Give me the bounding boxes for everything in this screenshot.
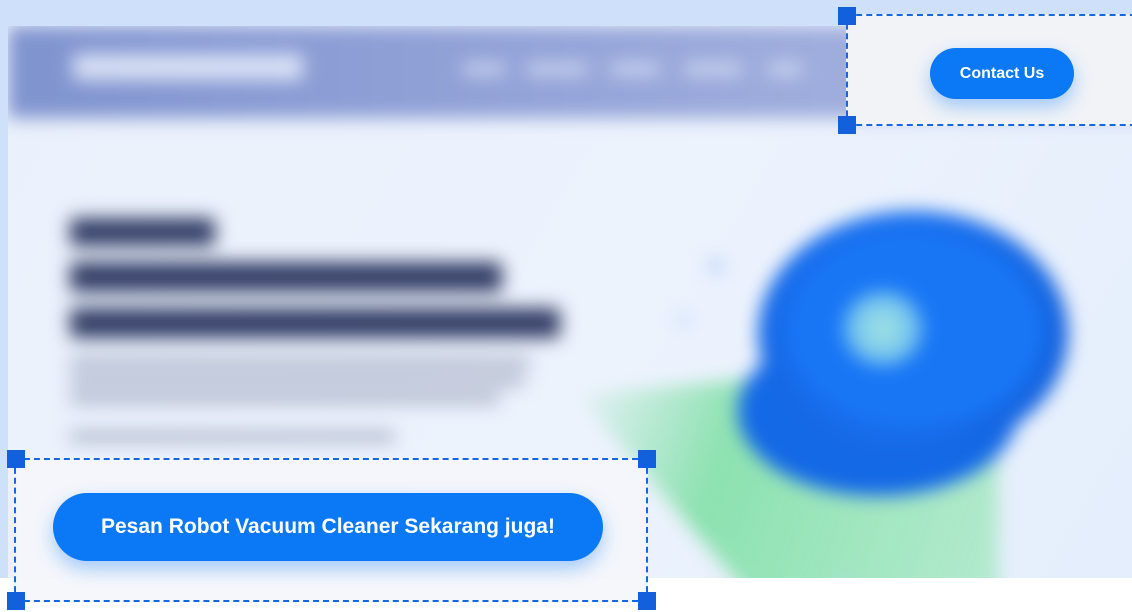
blurred-paragraph-line [70,432,395,441]
blurred-heading-line [70,308,560,338]
blurred-nav-link [684,64,742,74]
blurred-heading-line [70,218,215,246]
square-handle-icon[interactable] [838,116,856,134]
blurred-nav-link [768,64,802,74]
contact-us-button[interactable]: Contact Us [930,48,1074,99]
blurred-nav-link [526,64,588,74]
square-handle-icon[interactable] [638,450,656,468]
blurred-robot-sensor [843,291,923,366]
blurred-paragraph-line [70,394,500,403]
square-handle-icon[interactable] [838,7,856,25]
blurred-heading-line [70,262,502,292]
screenshot-stage: Contact Us Pesan Robot Vacuum Cleaner Se… [0,0,1132,612]
blurred-logo [73,54,303,80]
square-handle-icon[interactable] [7,450,25,468]
blurred-nav-link [610,64,660,74]
canvas-left-margin [0,0,8,578]
blurred-paragraph-line [70,358,530,367]
square-handle-icon[interactable] [7,592,25,610]
order-robot-button[interactable]: Pesan Robot Vacuum Cleaner Sekarang juga… [53,493,603,561]
blurred-paragraph-line [70,376,525,385]
blurred-sparkle [708,258,724,274]
blurred-sparkle [678,314,690,326]
blurred-nav-link [463,64,505,74]
square-handle-icon[interactable] [638,592,656,610]
